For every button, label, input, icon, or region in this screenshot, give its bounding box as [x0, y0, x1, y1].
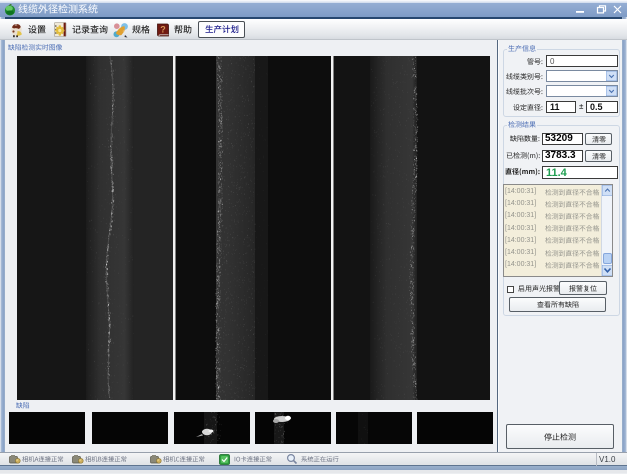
svg-text:?: ? [160, 25, 166, 35]
